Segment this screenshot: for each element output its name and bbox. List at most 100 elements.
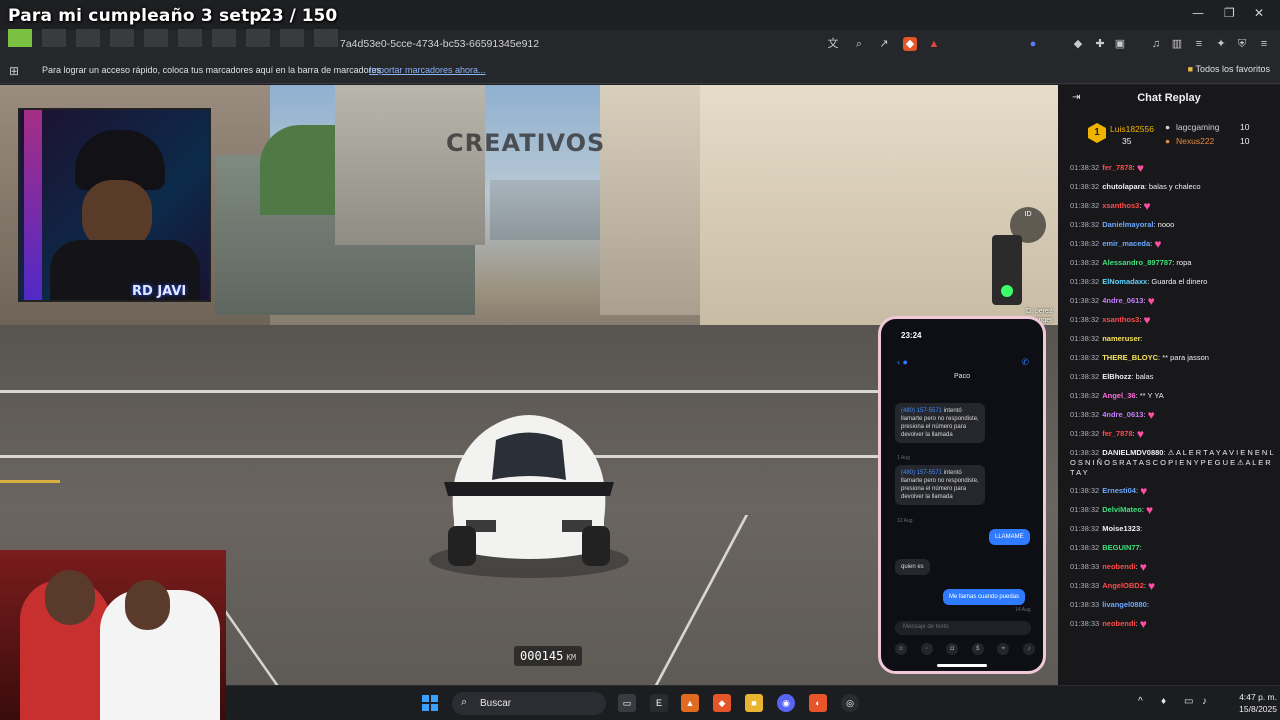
photo-overlay: [0, 550, 226, 720]
streaming-app-icon[interactable]: ◐: [809, 694, 827, 712]
clock-date: 15/8/2025: [1239, 704, 1277, 714]
phone-call-icon[interactable]: ✆: [1021, 357, 1029, 368]
sidebar-icon[interactable]: ▥: [1170, 37, 1184, 51]
tray-expand-icon[interactable]: ^: [1138, 696, 1143, 707]
chat-username[interactable]: emir_maceda: [1102, 239, 1150, 248]
chat-username[interactable]: neobendi: [1102, 562, 1135, 571]
epic-games-icon[interactable]: E: [650, 694, 668, 712]
file-explorer-icon[interactable]: ■: [745, 694, 763, 712]
url-text[interactable]: 7a4d53e0-5cce-4734-bc53-66591345e912: [340, 38, 539, 50]
tower-center-left: [335, 85, 485, 245]
chat-username[interactable]: chutolapara: [1102, 182, 1145, 191]
chat-username[interactable]: neobendi: [1102, 619, 1135, 628]
tab-block[interactable]: [246, 29, 270, 47]
message-number[interactable]: (480) 157-5571: [901, 408, 942, 414]
chat-username[interactable]: ElNomadaxx: [1102, 277, 1147, 286]
tabs-icon[interactable]: ▣: [1113, 37, 1127, 51]
chat-username[interactable]: BEGUIN77: [1102, 543, 1140, 552]
message-date: 14 Aug: [1015, 607, 1031, 613]
camera-icon[interactable]: ◘: [946, 643, 959, 655]
chat-message: 01:38:32 nameruser:: [1070, 334, 1275, 344]
phone-home-indicator[interactable]: [937, 664, 987, 667]
tab-block[interactable]: [76, 29, 100, 47]
chat-text: nooo: [1157, 220, 1175, 229]
chat-username[interactable]: Ernesti04: [1102, 486, 1136, 495]
brave-rewards-icon[interactable]: ▲: [927, 37, 941, 51]
volume-icon[interactable]: ♪: [1202, 696, 1207, 707]
gif-icon[interactable]: ◦: [920, 643, 933, 655]
tab-block[interactable]: [212, 29, 236, 47]
chat-message: 01:38:32 4ndre_0613: ♥: [1070, 295, 1275, 307]
apps-grid-icon[interactable]: ⊞: [9, 64, 19, 78]
message-number[interactable]: (480) 157-5571: [901, 470, 942, 476]
chat-username[interactable]: ElBhozz: [1102, 372, 1131, 381]
mic-icon[interactable]: ♦: [1161, 696, 1166, 707]
import-bookmarks-link[interactable]: Importar marcadores ahora...: [369, 65, 486, 75]
tab-block[interactable]: [42, 29, 66, 47]
phone-back-icon[interactable]: ‹ ●: [897, 357, 908, 367]
ai-icon[interactable]: ✦: [1214, 37, 1228, 51]
chat-header: ⇥ Chat Replay: [1058, 85, 1280, 111]
tab-block[interactable]: [178, 29, 202, 47]
chat-username[interactable]: xsanthos3: [1102, 315, 1139, 324]
chat-username[interactable]: Angel_36: [1102, 391, 1135, 400]
chat-timestamp: 01:38:32: [1070, 524, 1100, 533]
steam-icon[interactable]: ◎: [841, 694, 859, 712]
wallet-icon[interactable]: ◆: [1071, 37, 1085, 51]
chat-username[interactable]: AngelOBD2: [1102, 581, 1144, 590]
bookmarks-bar: ⊞ Para lograr un acceso rápido, coloca t…: [0, 58, 1280, 84]
brave-shield-icon[interactable]: ◆: [903, 37, 917, 51]
chat-username[interactable]: livangel0880: [1102, 600, 1147, 609]
network-icon[interactable]: ▭: [1184, 696, 1193, 707]
task-view-icon[interactable]: ▭: [618, 694, 636, 712]
chat-username[interactable]: Alessandro_897787: [1102, 258, 1172, 267]
translate-icon[interactable]: 文: [826, 37, 840, 51]
vpn-icon[interactable]: ⛨: [1235, 37, 1249, 51]
all-favorites-button[interactable]: ■ Todos los favoritos: [1188, 64, 1270, 74]
maximize-button[interactable]: ❐: [1224, 6, 1235, 20]
chat-separator: :: [1139, 543, 1142, 552]
emoji-icon[interactable]: ☺: [895, 643, 907, 655]
taskbar-search[interactable]: ⌕ Buscar: [452, 692, 606, 715]
app-icon[interactable]: ▲: [681, 694, 699, 712]
share-icon[interactable]: ↗: [877, 37, 891, 51]
heart-emote-icon: ♥: [1148, 579, 1156, 594]
system-clock[interactable]: 4:47 p. m. 15/8/2025: [1221, 691, 1277, 715]
tab-block[interactable]: [110, 29, 134, 47]
location-icon[interactable]: ⌖: [997, 643, 1010, 655]
zoom-icon[interactable]: ⌕: [852, 37, 866, 51]
discord-icon[interactable]: ◉: [777, 694, 795, 712]
close-button[interactable]: ✕: [1254, 6, 1264, 20]
tab-block[interactable]: [144, 29, 168, 47]
leaderboard-name[interactable]: Nexus222: [1176, 136, 1214, 146]
chat-username[interactable]: Danielmayoral: [1102, 220, 1153, 229]
music-icon[interactable]: ♫: [1149, 37, 1163, 51]
phone-message-input[interactable]: Mensaje de texto: [895, 621, 1031, 635]
mic-icon[interactable]: ♪: [1022, 643, 1035, 655]
leaderboard-score: 10: [1240, 122, 1250, 132]
chat-message: 01:38:32 Danielmayoral: nooo: [1070, 220, 1275, 230]
chat-username[interactable]: DelviMateo: [1102, 505, 1142, 514]
tab-block[interactable]: [8, 29, 32, 47]
menu-icon[interactable]: ≡: [1257, 37, 1271, 51]
chat-username[interactable]: fer_7878: [1102, 429, 1132, 438]
chat-username[interactable]: Moise1323: [1102, 524, 1140, 533]
brave-icon[interactable]: ◆: [713, 694, 731, 712]
leaderboard-name[interactable]: lagcgaming: [1176, 122, 1219, 132]
chat-username[interactable]: xsanthos3: [1102, 201, 1139, 210]
tab-block[interactable]: [280, 29, 304, 47]
chat-username[interactable]: 4ndre_0613: [1102, 296, 1143, 305]
puzzle-icon[interactable]: ✚: [1093, 37, 1107, 51]
chat-username[interactable]: DANIELMDV0880: [1102, 448, 1163, 457]
minimize-button[interactable]: —: [1192, 6, 1204, 20]
chat-username[interactable]: nameruser: [1102, 334, 1140, 343]
tab-block[interactable]: [314, 29, 338, 47]
chat-username[interactable]: 4ndre_0613: [1102, 410, 1143, 419]
leaderboard-name[interactable]: Luis182556: [1110, 124, 1154, 134]
chat-username[interactable]: THERE_BLOYC: [1102, 353, 1158, 362]
extension-icon[interactable]: ●: [1026, 37, 1040, 51]
reading-list-icon[interactable]: ≡: [1192, 37, 1206, 51]
chat-username[interactable]: fer_7878: [1102, 163, 1132, 172]
windows-start-icon[interactable]: [422, 695, 438, 711]
money-icon[interactable]: $: [971, 643, 984, 655]
